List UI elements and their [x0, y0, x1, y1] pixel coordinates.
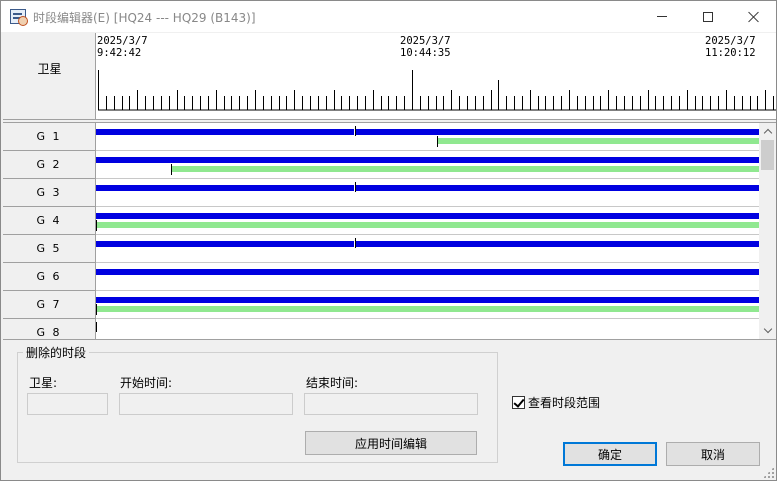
satellite-row-timeline[interactable] — [96, 291, 759, 319]
satellite-row[interactable]: G 7 — [3, 291, 759, 319]
start-time-field[interactable] — [119, 393, 293, 415]
deleted-segments-title: 删除的时段 — [23, 344, 90, 361]
segment-boundary-marker — [355, 238, 356, 248]
satellite-row-label: G 2 — [3, 151, 96, 179]
satellite-field[interactable] — [27, 393, 108, 415]
view-range-checkbox[interactable]: 查看时段范围 — [512, 394, 600, 410]
visible-range-bar[interactable] — [96, 306, 759, 312]
satellite-row-label: G 8 — [3, 319, 96, 339]
observation-segment-bar[interactable] — [96, 129, 354, 135]
chevron-down-icon — [763, 324, 772, 334]
window-title: 时段编辑器(E) [HQ24 --- HQ29 (B143)] — [33, 11, 256, 25]
segment-boundary-marker — [96, 220, 97, 231]
observation-segment-bar[interactable] — [96, 213, 759, 219]
observation-segment-bar[interactable] — [356, 129, 759, 135]
visible-range-bar[interactable] — [437, 138, 759, 144]
segment-boundary-marker — [355, 126, 356, 136]
satellite-row-label: G 7 — [3, 291, 96, 319]
satellite-row-timeline[interactable] — [96, 207, 759, 235]
satellite-row[interactable]: G 8 — [3, 319, 759, 339]
satellite-row[interactable]: G 4 — [3, 207, 759, 235]
ok-button[interactable]: 确定 — [563, 442, 657, 466]
segment-boundary-marker — [355, 182, 356, 192]
chevron-up-icon — [763, 128, 772, 138]
satellite-row-timeline[interactable] — [96, 179, 759, 207]
satellite-row[interactable]: G 2 — [3, 151, 759, 179]
satellite-row[interactable]: G 3 — [3, 179, 759, 207]
app-icon — [10, 9, 28, 26]
segment-boundary-marker — [437, 136, 438, 147]
resize-grip-icon[interactable] — [763, 467, 774, 478]
satellite-timeline-grid[interactable]: G 1G 2G 3G 4G 5G 6G 7G 8 — [3, 122, 776, 340]
vertical-scrollbar[interactable] — [759, 123, 776, 339]
ruler-ticks — [98, 70, 776, 111]
satellite-row[interactable]: G 5 — [3, 235, 759, 263]
cancel-button[interactable]: 取消 — [666, 442, 760, 466]
maximize-button[interactable] — [685, 1, 731, 32]
apply-time-edit-button[interactable]: 应用时间编辑 — [305, 431, 477, 455]
satellite-header-label: 卫星 — [37, 62, 62, 76]
visible-range-bar[interactable] — [96, 222, 759, 228]
segment-boundary-marker — [171, 164, 172, 175]
segment-boundary-marker — [96, 304, 97, 315]
title-bar[interactable]: 时段编辑器(E) [HQ24 --- HQ29 (B143)] — [1, 1, 776, 32]
scroll-up-button[interactable] — [759, 123, 776, 140]
satellite-row-label: G 4 — [3, 207, 96, 235]
observation-segment-bar[interactable] — [356, 241, 759, 247]
checkbox-checked-icon[interactable] — [512, 395, 525, 409]
satellite-label: 卫星: — [29, 376, 58, 390]
satellite-row[interactable]: G 1 — [3, 123, 759, 151]
time-ruler[interactable]: 2025/3/7 9:42:42 2025/3/7 10:44:35 2025/… — [96, 33, 776, 120]
observation-segment-bar[interactable] — [356, 185, 759, 191]
satellite-row-label: G 6 — [3, 263, 96, 291]
observation-segment-bar[interactable] — [96, 241, 354, 247]
scroll-thumb[interactable] — [761, 140, 774, 170]
satellite-row-label: G 3 — [3, 179, 96, 207]
satellite-row-timeline[interactable] — [96, 123, 759, 151]
satellite-row-timeline[interactable] — [96, 263, 759, 291]
end-time-field[interactable] — [304, 393, 478, 415]
minimize-button[interactable] — [639, 1, 685, 32]
satellite-row-label: G 1 — [3, 123, 96, 151]
satellite-row-timeline[interactable] — [96, 319, 759, 339]
close-button[interactable] — [731, 1, 777, 32]
satellite-row-timeline[interactable] — [96, 235, 759, 263]
satellite-row[interactable]: G 6 — [3, 263, 759, 291]
scroll-down-button[interactable] — [759, 322, 776, 339]
observation-segment-bar[interactable] — [96, 297, 759, 303]
minimize-icon — [657, 16, 667, 17]
view-range-label: 查看时段范围 — [528, 395, 601, 410]
observation-segment-bar[interactable] — [96, 269, 759, 275]
time-segment-editor-window: 时段编辑器(E) [HQ24 --- HQ29 (B143)] 卫星 2025/… — [0, 0, 777, 481]
maximize-icon — [703, 11, 713, 22]
satellite-row-timeline[interactable] — [96, 151, 759, 179]
satellite-row-label: G 5 — [3, 235, 96, 263]
start-time-label: 开始时间: — [120, 376, 173, 390]
end-time-label: 结束时间: — [306, 376, 359, 390]
segment-boundary-marker — [96, 322, 97, 332]
observation-segment-bar[interactable] — [96, 185, 354, 191]
close-icon — [748, 11, 760, 23]
satellite-column-header: 卫星 — [3, 33, 96, 120]
observation-segment-bar[interactable] — [96, 157, 759, 163]
visible-range-bar[interactable] — [172, 166, 759, 172]
